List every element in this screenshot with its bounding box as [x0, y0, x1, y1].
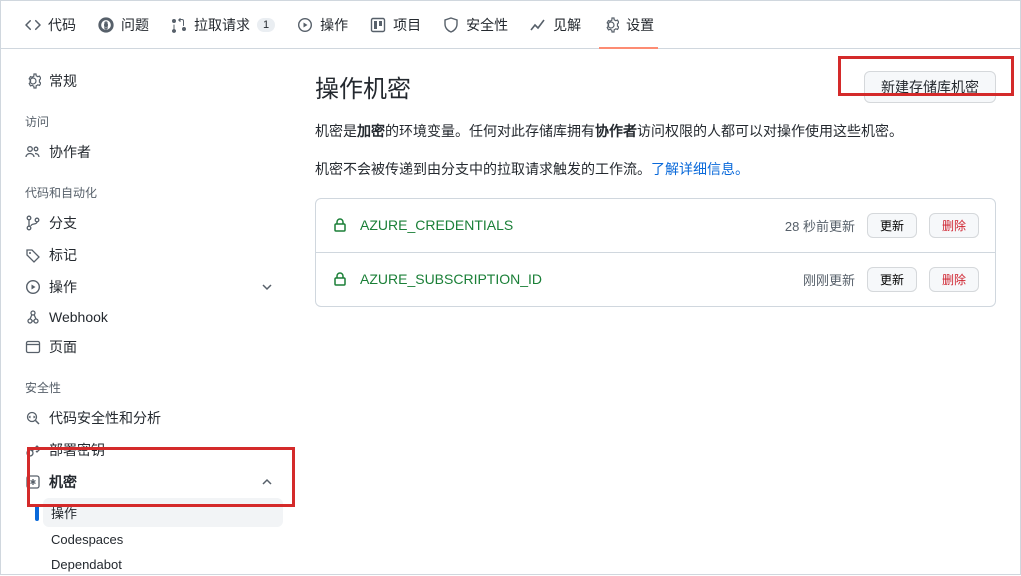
- tab-actions-label: 操作: [320, 15, 348, 35]
- learn-more-link[interactable]: 了解详细信息。: [651, 161, 749, 177]
- main-header: 操作机密 新建存储库机密: [315, 69, 996, 104]
- page-title: 操作机密: [315, 69, 411, 104]
- graph-icon: [530, 17, 546, 33]
- sidebar-tags-label: 标记: [49, 245, 77, 265]
- tab-code-label: 代码: [48, 15, 76, 35]
- tab-code[interactable]: 代码: [17, 1, 84, 49]
- description-line-2: 机密不会被传递到由分支中的拉取请求触发的工作流。了解详细信息。: [315, 158, 996, 182]
- tab-projects-label: 项目: [393, 15, 421, 35]
- issue-icon: [98, 17, 114, 33]
- sidebar-branches[interactable]: 分支: [17, 207, 283, 239]
- sidebar-heading-code: 代码和自动化: [17, 168, 283, 207]
- tab-insights[interactable]: 见解: [522, 1, 589, 49]
- secrets-list: AZURE_CREDENTIALS 28 秒前更新 更新 删除 AZURE_SU…: [315, 198, 996, 307]
- tab-issues-label: 问题: [121, 15, 149, 35]
- sidebar-deploy-keys-label: 部署密钥: [49, 440, 105, 460]
- sidebar-pages-label: 页面: [49, 337, 77, 357]
- secret-name: AZURE_SUBSCRIPTION_ID: [360, 271, 542, 287]
- update-secret-button[interactable]: 更新: [867, 267, 917, 292]
- sidebar-code-security[interactable]: 代码安全性和分析: [17, 402, 283, 434]
- chevron-up-icon: [259, 474, 275, 490]
- webhook-icon: [25, 309, 41, 325]
- sidebar-secrets-dependabot-label: Dependabot: [51, 557, 122, 572]
- gear-icon: [603, 17, 619, 33]
- play-icon: [297, 17, 313, 33]
- tab-security[interactable]: 安全性: [435, 1, 516, 49]
- tab-settings[interactable]: 设置: [595, 1, 662, 49]
- sidebar-branches-label: 分支: [49, 213, 77, 233]
- layout: 常规 访问 协作者 代码和自动化 分支 标记 操作 Webhook 页面 安: [1, 49, 1020, 576]
- key-icon: [25, 442, 41, 458]
- sidebar-heading-access: 访问: [17, 97, 283, 136]
- lock-icon: [332, 217, 348, 233]
- secret-updated-time: 刚刚更新: [803, 270, 855, 289]
- lock-icon: [332, 271, 348, 287]
- sidebar-deploy-keys[interactable]: 部署密钥: [17, 434, 283, 466]
- git-branch-icon: [25, 215, 41, 231]
- tab-projects[interactable]: 项目: [362, 1, 429, 49]
- sidebar-tags[interactable]: 标记: [17, 239, 283, 271]
- sidebar-code-security-label: 代码安全性和分析: [49, 408, 161, 428]
- remove-secret-button[interactable]: 删除: [929, 267, 979, 292]
- sidebar-secrets-actions-label: 操作: [51, 503, 77, 522]
- shield-icon: [443, 17, 459, 33]
- secret-name: AZURE_CREDENTIALS: [360, 217, 513, 233]
- sidebar-general-label: 常规: [49, 71, 77, 91]
- code-icon: [25, 17, 41, 33]
- key-asterisk-icon: [25, 474, 41, 490]
- sidebar-actions-label: 操作: [49, 277, 77, 297]
- git-pull-request-icon: [171, 17, 187, 33]
- sidebar-general[interactable]: 常规: [17, 65, 283, 97]
- play-icon: [25, 279, 41, 295]
- sidebar-webhook-label: Webhook: [49, 309, 108, 325]
- sidebar-pages[interactable]: 页面: [17, 331, 283, 363]
- sidebar-secrets-codespaces-label: Codespaces: [51, 532, 123, 547]
- tag-icon: [25, 247, 41, 263]
- new-secret-button[interactable]: 新建存储库机密: [864, 71, 996, 103]
- people-icon: [25, 144, 41, 160]
- tab-actions[interactable]: 操作: [289, 1, 356, 49]
- update-secret-button[interactable]: 更新: [867, 213, 917, 238]
- main-content: 操作机密 新建存储库机密 机密是加密的环境变量。任何对此存储库拥有协作者访问权限…: [291, 49, 1020, 576]
- sidebar-actions[interactable]: 操作: [17, 271, 283, 303]
- project-icon: [370, 17, 386, 33]
- remove-secret-button[interactable]: 删除: [929, 213, 979, 238]
- sidebar-webhook[interactable]: Webhook: [17, 303, 283, 331]
- sidebar-secrets[interactable]: 机密: [17, 466, 283, 498]
- secret-row: AZURE_CREDENTIALS 28 秒前更新 更新 删除: [316, 199, 995, 253]
- codescan-icon: [25, 410, 41, 426]
- sidebar-secrets-label: 机密: [49, 472, 77, 492]
- browser-icon: [25, 339, 41, 355]
- sidebar-secrets-submenu: 操作 Codespaces Dependabot: [17, 498, 283, 576]
- secret-row: AZURE_SUBSCRIPTION_ID 刚刚更新 更新 删除: [316, 253, 995, 306]
- tab-issues[interactable]: 问题: [90, 1, 157, 49]
- sidebar-heading-security: 安全性: [17, 363, 283, 402]
- tab-pulls[interactable]: 拉取请求 1: [163, 1, 283, 49]
- pulls-count: 1: [257, 18, 275, 32]
- tab-settings-label: 设置: [626, 15, 654, 35]
- tab-pulls-label: 拉取请求: [194, 15, 250, 35]
- sidebar-collaborators-label: 协作者: [49, 142, 91, 162]
- sidebar-secrets-actions[interactable]: 操作: [43, 498, 283, 527]
- top-nav: 代码 问题 拉取请求 1 操作 项目 安全性 见解 设置: [1, 1, 1020, 49]
- sidebar-secrets-codespaces[interactable]: Codespaces: [43, 527, 283, 552]
- tab-insights-label: 见解: [553, 15, 581, 35]
- sidebar-secrets-dependabot[interactable]: Dependabot: [43, 552, 283, 576]
- gear-icon: [25, 73, 41, 89]
- sidebar: 常规 访问 协作者 代码和自动化 分支 标记 操作 Webhook 页面 安: [1, 49, 291, 576]
- secret-updated-time: 28 秒前更新: [785, 216, 855, 235]
- description-line-1: 机密是加密的环境变量。任何对此存储库拥有协作者访问权限的人都可以对操作使用这些机…: [315, 120, 996, 144]
- chevron-down-icon: [259, 279, 275, 295]
- sidebar-collaborators[interactable]: 协作者: [17, 136, 283, 168]
- tab-security-label: 安全性: [466, 15, 508, 35]
